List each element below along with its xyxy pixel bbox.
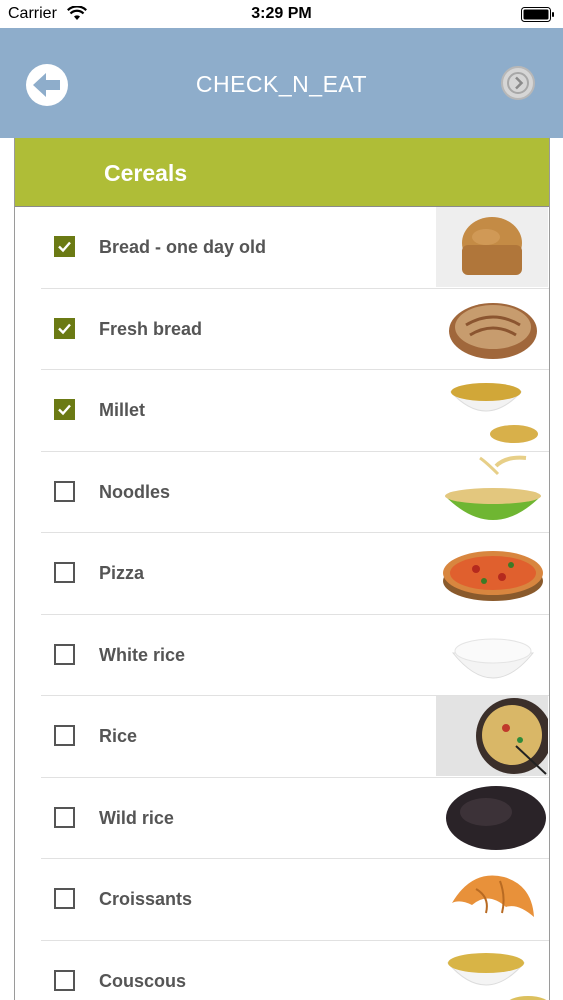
list-item[interactable]: Fresh bread [15, 289, 549, 370]
list-item[interactable]: Couscous [15, 941, 549, 1000]
list-item[interactable]: Noodles [15, 452, 549, 533]
category-panel: Cereals Bread - one day old Fresh bread [14, 138, 550, 1000]
wild-rice-image [446, 785, 546, 850]
navigation-bar: CHECK_N_EAT [0, 28, 563, 138]
checkbox-checked[interactable] [54, 399, 75, 420]
item-label: Wild rice [99, 807, 174, 828]
noodles-bowl-image [445, 455, 541, 520]
item-label: Fresh bread [99, 318, 203, 339]
fried-rice-bowl-image [436, 696, 548, 776]
status-bar: Carrier 3:29 PM [0, 0, 563, 28]
list-item[interactable]: White rice [15, 615, 549, 696]
item-label: Couscous [99, 970, 187, 991]
section-header: Cereals [15, 138, 549, 207]
bread-loaf-image [436, 207, 548, 287]
list-item[interactable]: Pizza [15, 533, 549, 615]
item-label: Bread - one day old [99, 237, 267, 257]
checkmark-icon [58, 323, 71, 334]
checkbox-unchecked[interactable] [54, 480, 75, 502]
checkbox-unchecked[interactable] [54, 888, 75, 909]
rustic-bread-image [449, 302, 537, 359]
list-item[interactable]: Bread - one day old [15, 207, 549, 289]
battery-icon [521, 7, 554, 22]
item-label: White rice [99, 644, 186, 665]
checkmark-icon [58, 241, 71, 253]
pizza-image [443, 551, 543, 601]
list-item[interactable]: Rice [15, 696, 549, 778]
list-item[interactable]: Croissants [15, 859, 549, 941]
checkbox-unchecked[interactable] [54, 806, 75, 828]
checkbox-checked[interactable] [54, 317, 75, 339]
checkbox-unchecked[interactable] [54, 643, 75, 665]
white-rice-bowl-image [451, 638, 535, 678]
checkbox-unchecked[interactable] [54, 969, 75, 991]
checkmark-icon [58, 404, 71, 416]
checkbox-unchecked[interactable] [54, 562, 75, 583]
millet-bowl-image [449, 383, 538, 443]
item-label: Noodles [99, 481, 171, 502]
item-label: Millet [99, 400, 146, 420]
section-title: Cereals [104, 160, 188, 186]
item-label: Pizza [99, 563, 145, 583]
page-title: CHECK_N_EAT [195, 71, 368, 97]
status-time: 3:29 PM [251, 5, 312, 22]
couscous-bowl-image [446, 952, 548, 1000]
croissant-image [452, 875, 534, 917]
list-item[interactable]: Wild rice [15, 778, 549, 859]
next-button[interactable] [501, 66, 535, 100]
list-item[interactable]: Millet [15, 370, 549, 452]
item-label: Croissants [99, 889, 193, 909]
checkbox-unchecked[interactable] [54, 725, 75, 746]
chevron-right-icon [507, 72, 529, 94]
item-label: Rice [99, 726, 138, 746]
checkbox-checked[interactable] [54, 236, 75, 257]
